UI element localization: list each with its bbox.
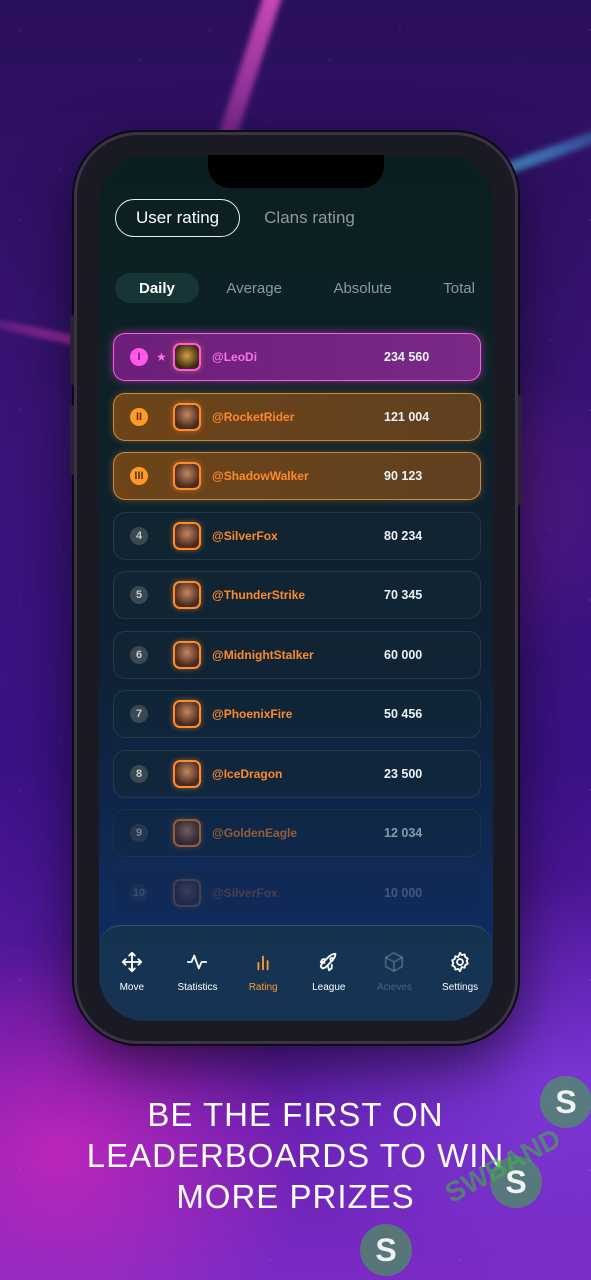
avatar [173,581,201,609]
nav-label: Statistics [177,982,218,993]
rank-badge: III [130,467,148,485]
nav-label: League [312,982,346,993]
nav-achieves[interactable]: Acieves [364,950,424,993]
rank-badge: 6 [130,645,148,664]
score: 10 000 [384,885,423,900]
nav-rating[interactable]: Rating [233,950,293,993]
avatar [173,640,201,669]
leaderboard-row[interactable]: 10 @SilverFox 10 000 [113,868,481,917]
avatar [173,819,201,847]
username: @PhoenixFire [212,707,293,721]
leaderboard-row[interactable]: 9 @GoldenEagle 12 034 [113,809,481,857]
volume-button [70,405,74,475]
username: @SilverFox [212,885,278,900]
leaderboard-row[interactable]: 4 @SilverFox 80 234 [113,511,481,560]
tab-clans-rating[interactable]: Clans rating [244,199,375,237]
star-icon: ★ [156,350,167,364]
avatar [173,343,201,371]
rank-badge: 10 [130,883,148,902]
phone-frame: User rating Clans rating Daily Average A… [70,132,522,1044]
rank-badge: II [130,407,148,426]
phone-screen: User rating Clans rating Daily Average A… [99,155,493,1021]
username: @RocketRider [212,409,295,424]
score: 12 034 [384,826,423,840]
rank-badge: 5 [130,586,148,604]
username: @IceDragon [212,766,283,781]
power-button [518,395,522,505]
username: @LeoDi [212,350,258,364]
nav-label: Acieves [376,982,412,993]
leaderboard-row[interactable]: I ★ @LeoDi 234 560 [113,333,481,381]
watermark-logo: S [360,1224,412,1276]
bar-chart-icon [252,950,274,974]
rocket-icon [318,950,340,974]
username: @ThunderStrike [212,588,306,602]
nav-move[interactable]: Move [102,950,162,993]
nav-statistics[interactable]: Statistics [167,950,227,993]
nav-label: Move [119,982,145,993]
pulse-icon [186,950,208,974]
username: @ShadowWalker [212,469,309,483]
leaderboard-row[interactable]: II @RocketRider 121 004 [113,392,481,441]
rank-badge: I [130,348,148,366]
tab-total[interactable]: Total [419,273,479,303]
avatar [173,878,201,907]
watermark-logo: S [540,1076,591,1128]
nav-settings[interactable]: Settings [430,950,490,993]
volume-button [70,315,74,385]
rank-badge: 7 [130,705,148,723]
notch [208,155,384,188]
tab-average[interactable]: Average [202,273,306,303]
score: 70 345 [384,588,423,602]
score: 234 560 [384,350,430,364]
score: 50 456 [384,707,423,721]
tab-absolute[interactable]: Absolute [309,273,415,303]
tab-user-rating[interactable]: User rating [115,199,241,237]
username: @MidnightStalker [212,647,314,662]
leaderboard-row[interactable]: 8 @IceDragon 23 500 [113,749,481,798]
leaderboard-row[interactable]: 6 @MidnightStalker 60 000 [113,630,481,679]
rating-type-tabs: User rating Clans rating [115,199,375,237]
avatar [173,462,201,490]
score: 80 234 [384,528,423,543]
leaderboard-list: I ★ @LeoDi 234 560 II @RocketRider 121 0… [113,333,481,928]
avatar [173,402,201,431]
rank-badge: 9 [130,824,148,842]
leaderboard-row[interactable]: 5 @ThunderStrike 70 345 [113,571,481,619]
leaderboard-row[interactable]: 7 @PhoenixFire 50 456 [113,690,481,738]
score: 23 500 [384,766,423,781]
score: 60 000 [384,647,423,662]
nav-label: Rating [248,982,278,993]
tab-daily[interactable]: Daily [115,273,199,303]
avatar [173,700,201,728]
bottom-nav: Move Statistics Rating League Acieves Se… [99,925,493,1021]
headline-line: BE THE FIRST ON [147,1096,444,1133]
rank-badge: 8 [130,764,148,783]
period-tabs: Daily Average Absolute Total [115,273,479,303]
score: 90 123 [384,469,423,483]
cube-icon [383,950,405,974]
nav-label: Settings [442,982,479,993]
avatar [173,759,201,788]
username: @SilverFox [212,528,278,543]
leaderboard-row[interactable]: III @ShadowWalker 90 123 [113,452,481,500]
gear-icon [449,950,471,974]
score: 121 004 [384,409,430,424]
username: @GoldenEagle [212,826,298,840]
nav-league[interactable]: League [299,950,359,993]
rank-badge: 4 [130,526,148,545]
avatar [173,521,201,550]
move-icon [121,950,143,974]
